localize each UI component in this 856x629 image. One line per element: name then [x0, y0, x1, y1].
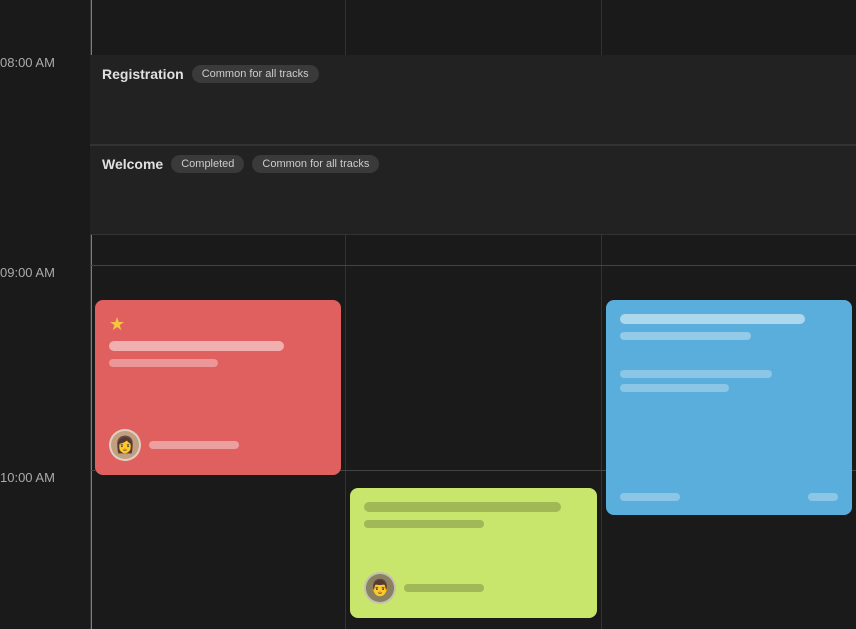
welcome-badge-common: Common for all tracks [252, 155, 379, 173]
time-label-9am: 09:00 AM [0, 265, 55, 280]
registration-badge-1: Common for all tracks [192, 65, 319, 83]
red-speaker-avatar: 👩 [109, 429, 141, 461]
red-session-card[interactable]: ★ 👩 [95, 300, 341, 475]
blue-session-card[interactable] [606, 300, 852, 515]
tracks-area: Registration Common for all tracks Welco… [90, 0, 856, 629]
welcome-block-inner: Welcome Completed Common for all tracks [90, 145, 856, 183]
schedule-container: 08:00 AM 09:00 AM 10:00 AM Registration … [0, 0, 856, 629]
blue-title-line [620, 314, 806, 324]
blue-text-line-2 [620, 384, 729, 392]
divider-registration-welcome [90, 145, 856, 146]
blue-footer-left [620, 493, 680, 501]
time-column: 08:00 AM 09:00 AM 10:00 AM [0, 0, 90, 629]
red-speaker-name [149, 441, 239, 449]
green-title-line [364, 502, 560, 512]
registration-block-inner: Registration Common for all tracks [90, 55, 856, 93]
blue-subtitle-line [620, 332, 751, 340]
star-icon: ★ [109, 314, 327, 335]
green-subtitle-line [364, 520, 484, 528]
blue-text-line-1 [620, 370, 773, 378]
red-subtitle-line [109, 359, 218, 367]
red-title-line [109, 341, 284, 351]
red-avatar-row: 👩 [109, 429, 239, 461]
divider-9am [90, 265, 856, 266]
welcome-title: Welcome [102, 156, 163, 172]
green-speaker-avatar: 👨 [364, 572, 396, 604]
registration-block[interactable]: Registration Common for all tracks [90, 55, 856, 145]
time-label-8am: 08:00 AM [0, 55, 55, 70]
green-session-card[interactable]: 👨 [350, 488, 596, 618]
time-label-10am: 10:00 AM [0, 470, 55, 485]
green-speaker-name [404, 584, 484, 592]
green-avatar-row: 👨 [364, 572, 484, 604]
blue-footer-right [808, 493, 838, 501]
welcome-badge-completed: Completed [171, 155, 244, 173]
registration-title: Registration [102, 66, 184, 82]
welcome-block[interactable]: Welcome Completed Common for all tracks [90, 145, 856, 235]
